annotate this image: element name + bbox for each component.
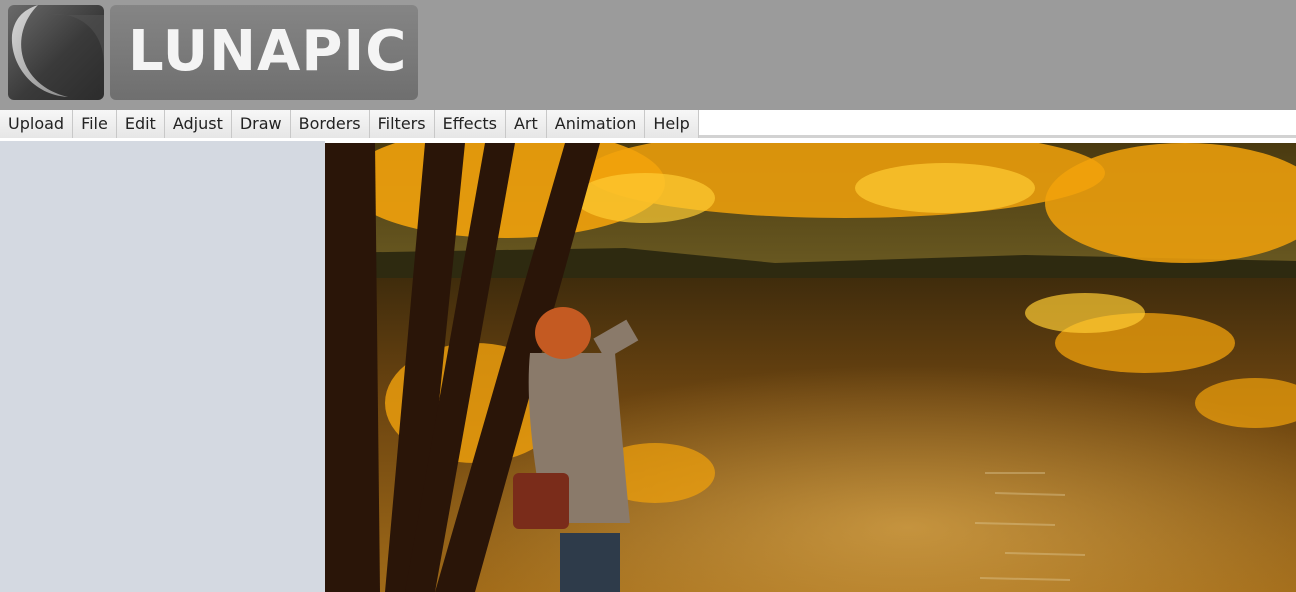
logo-text: LUNAPIC xyxy=(128,19,408,84)
menu-bar: Upload File Edit Adjust Draw Borders Fil… xyxy=(0,110,1296,138)
menu-draw[interactable]: Draw xyxy=(231,110,291,138)
menu-file[interactable]: File xyxy=(73,110,117,138)
menu-upload[interactable]: Upload xyxy=(0,110,74,138)
image-canvas[interactable] xyxy=(325,143,1296,592)
autumn-photo xyxy=(325,143,1296,592)
menu-edit[interactable]: Edit xyxy=(116,110,165,138)
lunapic-logo[interactable]: LUNAPIC xyxy=(8,5,418,100)
lunapic-moon-icon xyxy=(8,5,104,100)
menu-animation[interactable]: Animation xyxy=(546,110,646,138)
menu-borders[interactable]: Borders xyxy=(290,110,370,138)
logo-wordmark: LUNAPIC xyxy=(110,5,418,100)
menu-effects[interactable]: Effects xyxy=(434,110,506,138)
header: LUNAPIC xyxy=(0,0,1296,110)
menu-strip: Upload File Edit Adjust Draw Borders Fil… xyxy=(0,110,699,138)
menu-help[interactable]: Help xyxy=(645,110,699,138)
menu-art[interactable]: Art xyxy=(505,110,547,138)
menu-filters[interactable]: Filters xyxy=(369,110,435,138)
left-sidebar xyxy=(0,141,325,592)
menu-adjust[interactable]: Adjust xyxy=(164,110,232,138)
